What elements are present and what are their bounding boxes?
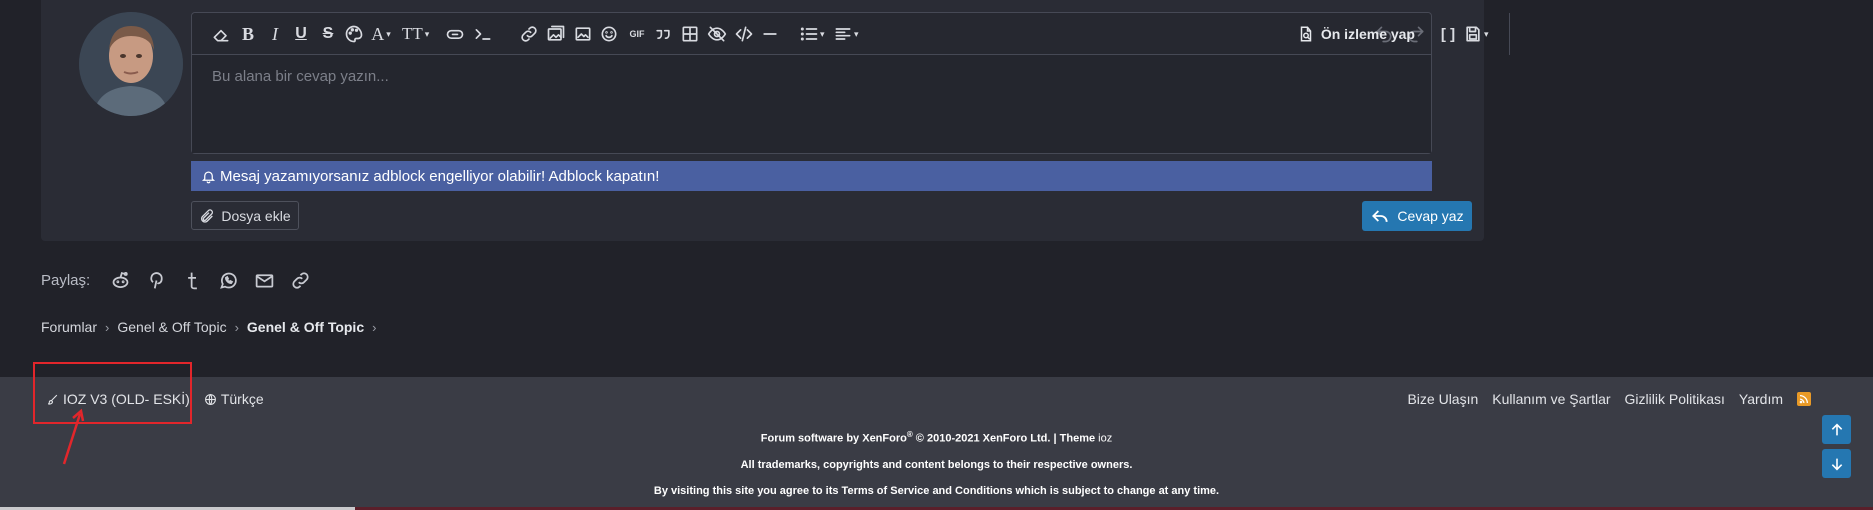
preview-button[interactable]: Ön izleme yap — [1297, 23, 1415, 45]
toolbar-divider — [1509, 13, 1510, 55]
language-chooser[interactable]: Türkçe — [204, 391, 264, 407]
underline-icon[interactable]: U — [289, 22, 313, 46]
link-icon[interactable] — [282, 268, 318, 292]
emoji-icon[interactable] — [597, 22, 621, 46]
reply-editor: B I U S A ▾ TT ▾ GIF ▾ ▾ [ ] ▾ Ön izleme y… — [191, 12, 1510, 154]
terms-line: By visiting this site you agree to its T… — [653, 484, 1220, 497]
editor-toolbar: B I U S A ▾ TT ▾ GIF ▾ ▾ [ ] ▾ Ön izleme y… — [192, 13, 1510, 55]
rss-icon[interactable] — [1797, 392, 1811, 406]
paperclip-icon — [201, 208, 214, 223]
reddit-icon[interactable] — [102, 268, 138, 292]
link-icon[interactable] — [517, 22, 541, 46]
chevron-right-icon: › — [105, 319, 110, 335]
language-label: Türkçe — [220, 391, 264, 407]
whatsapp-icon[interactable] — [210, 268, 246, 292]
email-icon[interactable] — [246, 268, 282, 292]
chevron-right-icon: › — [372, 319, 377, 335]
bold-icon[interactable]: B — [236, 22, 260, 46]
font-size-icon[interactable]: TT ▾ — [402, 22, 429, 46]
strike-icon[interactable]: S — [316, 22, 340, 46]
post-reply-button[interactable]: Cevap yaz — [1362, 201, 1472, 231]
adblock-notice: Mesaj yazamıyorsanız adblock engelliyor … — [191, 161, 1432, 191]
eraser-icon[interactable] — [209, 22, 233, 46]
copyright-software[interactable]: Forum software by XenForo — [761, 433, 907, 445]
attach-label: Dosya ekle — [221, 207, 291, 224]
adblock-notice-text: Mesaj yazamıyorsanız adblock engelliyor … — [220, 167, 660, 185]
hr-icon[interactable] — [758, 22, 782, 46]
font-color-icon[interactable]: A ▾ — [369, 22, 393, 46]
reply-icon — [1372, 210, 1389, 222]
annotation-arrow — [62, 408, 85, 465]
gif-icon[interactable]: GIF — [625, 22, 649, 46]
preview-label: Ön izleme yap — [1320, 26, 1415, 42]
list-icon[interactable]: ▾ — [799, 22, 825, 46]
reply-label: Cevap yaz — [1397, 208, 1464, 224]
footer-link-privacy[interactable]: Gizlilik Politikası — [1625, 391, 1725, 407]
arrow-up-icon — [1831, 423, 1842, 435]
theme-name[interactable]: ioz — [1098, 433, 1112, 445]
breadcrumb-item[interactable]: Forumlar — [41, 319, 97, 335]
code-inline-icon[interactable] — [471, 22, 495, 46]
attach-files-button[interactable]: Dosya ekle — [191, 201, 299, 230]
globe-icon — [204, 393, 216, 405]
share-row: Paylaş: — [41, 268, 318, 292]
footer-link-help[interactable]: Yardım — [1739, 391, 1783, 407]
image-icon[interactable] — [571, 22, 595, 46]
align-icon[interactable]: ▾ — [833, 22, 859, 46]
footer-link-contact[interactable]: Bize Ulaşın — [1407, 391, 1478, 407]
preview-icon — [1300, 26, 1312, 42]
copyright-line: Forum software by XenForo® © 2010-2021 X… — [0, 422, 1873, 452]
scroll-bottom-button[interactable] — [1822, 449, 1851, 478]
breadcrumb-item[interactable]: Genel & Off Topic — [247, 319, 364, 335]
image-gallery-icon[interactable] — [544, 22, 568, 46]
table-icon[interactable] — [678, 22, 702, 46]
copyright-years: © 2010-2021 XenForo Ltd. | Theme — [912, 432, 1099, 445]
annotation-highlight-box — [33, 362, 192, 424]
draft-icon[interactable]: ▾ — [1463, 22, 1489, 46]
bbcode-icon[interactable]: [ ] — [1436, 22, 1460, 46]
trademark-line: All trademarks, copyrights and content b… — [740, 458, 1133, 471]
footer-copyright: Forum software by XenForo® © 2010-2021 X… — [0, 422, 1873, 504]
tumblr-icon[interactable] — [174, 268, 210, 292]
footer-link-terms[interactable]: Kullanım ve Şartlar — [1492, 391, 1610, 407]
avatar[interactable] — [79, 12, 183, 116]
palette-icon[interactable] — [342, 22, 366, 46]
page-footer: IOZ V3 (OLD- ESKİ) Türkçe Bize Ulaşın Ku… — [0, 377, 1873, 510]
editor-placeholder: Bu alana bir cevap yazın... — [212, 68, 389, 85]
arrow-down-icon — [1831, 458, 1842, 470]
spoiler-icon[interactable] — [705, 22, 729, 46]
code-icon[interactable] — [732, 22, 756, 46]
share-label: Paylaş: — [41, 271, 91, 289]
mention-icon[interactable] — [443, 22, 467, 46]
scroll-top-button[interactable] — [1822, 415, 1851, 444]
italic-icon[interactable]: I — [263, 22, 287, 46]
breadcrumb: Forumlar › Genel & Off Topic › Genel & O… — [41, 318, 384, 336]
reply-textarea[interactable]: Bu alana bir cevap yazın... — [192, 56, 1431, 153]
quote-icon[interactable] — [651, 22, 675, 46]
pinterest-icon[interactable] — [138, 268, 174, 292]
chevron-right-icon: › — [234, 319, 239, 335]
footer-links: Bize Ulaşın Kullanım ve Şartlar Gizlilik… — [1407, 391, 1811, 407]
bell-icon — [201, 171, 216, 183]
breadcrumb-item[interactable]: Genel & Off Topic — [117, 319, 226, 335]
